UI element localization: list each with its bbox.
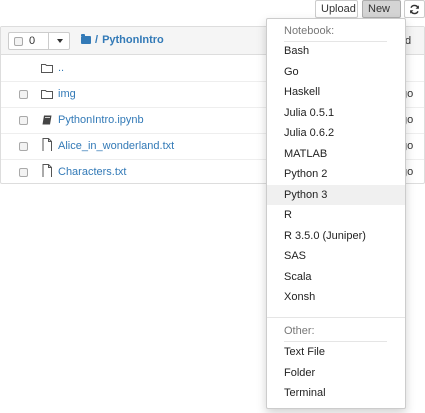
file-name-link[interactable]: PythonIntro.ipynb: [58, 114, 144, 126]
menu-item-terminal[interactable]: Terminal: [267, 383, 405, 403]
file-name-link[interactable]: Alice_in_wonderland.txt: [58, 140, 174, 152]
selected-count: 0: [29, 35, 36, 47]
menu-item-python-3[interactable]: Python 3: [267, 184, 405, 205]
notebook-header: Notebook:: [284, 25, 335, 37]
menu-item-julia-051[interactable]: Julia 0.5.1: [267, 103, 405, 123]
breadcrumb-folder-link[interactable]: PythonIntro: [102, 34, 164, 46]
menu-item-julia-062[interactable]: Julia 0.6.2: [267, 123, 405, 143]
select-all-toggle[interactable]: 0: [9, 33, 49, 49]
upload-button[interactable]: Upload: [315, 0, 358, 18]
menu-item-go[interactable]: Go: [267, 62, 405, 82]
menu-item-matlab[interactable]: MATLAB: [267, 144, 405, 164]
menu-item-haskell[interactable]: Haskell: [267, 82, 405, 102]
menu-item-text-file[interactable]: Text File: [267, 342, 405, 362]
select-all-checkbox[interactable]: [14, 36, 23, 46]
row-checkbox[interactable]: [19, 142, 28, 151]
menu-item-scala[interactable]: Scala: [267, 267, 405, 287]
select-all-group[interactable]: 0: [8, 32, 70, 50]
menu-item-r[interactable]: R: [267, 205, 405, 225]
other-header: Other:: [284, 325, 315, 337]
new-button-label: New: [368, 3, 391, 15]
new-dropdown-menu: Notebook: Bash Go Haskell Julia 0.5.1 Ju…: [266, 18, 406, 409]
file-name-link[interactable]: img: [58, 88, 76, 100]
menu-item-python-2[interactable]: Python 2: [267, 164, 405, 184]
menu-item-folder[interactable]: Folder: [267, 363, 405, 383]
new-button[interactable]: New: [362, 0, 401, 28]
select-dropdown-button[interactable]: [49, 33, 69, 49]
file-icon: [42, 164, 52, 177]
menu-item-bash[interactable]: Bash: [267, 41, 405, 61]
file-name-link[interactable]: Characters.txt: [58, 166, 126, 178]
folder-icon[interactable]: [81, 34, 91, 44]
menu-separator: [267, 317, 405, 318]
refresh-icon: [410, 4, 419, 15]
menu-item-r-juniper[interactable]: R 3.5.0 (Juniper): [267, 226, 405, 246]
breadcrumb: / PythonIntro: [81, 34, 164, 46]
folder-icon: [41, 90, 53, 99]
file-name-link[interactable]: ..: [58, 62, 64, 74]
caret-down-icon: [57, 39, 63, 43]
row-checkbox[interactable]: [19, 116, 28, 125]
notebook-icon: [42, 115, 52, 125]
breadcrumb-separator: /: [95, 34, 99, 46]
menu-item-xonsh[interactable]: Xonsh: [267, 287, 405, 307]
folder-icon: [41, 64, 53, 73]
menu-item-sas[interactable]: SAS: [267, 246, 405, 266]
refresh-button[interactable]: [404, 0, 425, 18]
row-checkbox[interactable]: [19, 168, 28, 177]
row-checkbox[interactable]: [19, 90, 28, 99]
file-icon: [42, 138, 52, 151]
